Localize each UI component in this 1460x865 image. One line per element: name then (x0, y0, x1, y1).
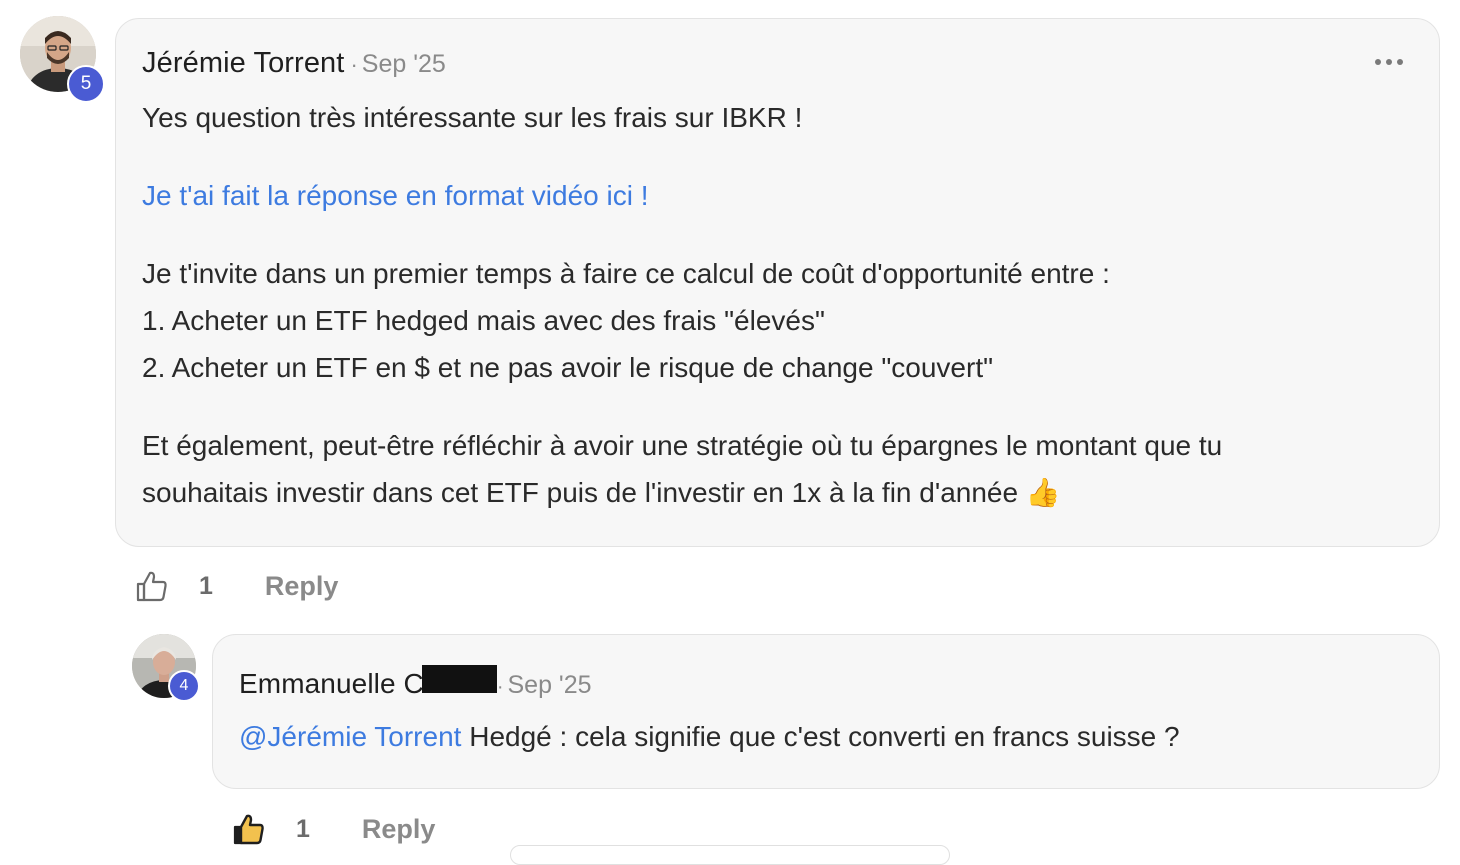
reply-body: @Jérémie Torrent Hedgé : cela signifie q… (239, 713, 1419, 760)
more-horizontal-icon (1375, 59, 1381, 65)
body-line: 1. Acheter un ETF hedged mais avec des f… (142, 305, 825, 336)
like-count: 1 (296, 814, 310, 843)
thumbs-up-filled-icon (233, 814, 264, 845)
comment-actions: 1 Reply (135, 569, 338, 603)
like-button[interactable] (135, 569, 169, 603)
body-line: souhaitais investir dans cet ETF puis de… (142, 477, 1019, 508)
comment-bubble: Jérémie Torrent · Sep '25 Yes question t… (115, 18, 1440, 547)
level-badge: 5 (67, 65, 105, 103)
comment: 5 Jérémie Torrent · Sep '25 Yes question… (0, 0, 1460, 620)
separator-dot: · (350, 52, 358, 77)
like-count: 1 (199, 571, 213, 600)
level-badge: 4 (168, 670, 200, 702)
thumbs-up-outline-icon (136, 571, 167, 602)
reply-comment: 4 Emmanuelle C · Sep '25 @Jérémie Torren… (0, 620, 1460, 852)
like-button[interactable] (232, 812, 266, 846)
next-element-edge (510, 845, 950, 865)
more-options-button[interactable] (1375, 59, 1403, 65)
comment-header: Jérémie Torrent · Sep '25 (142, 47, 446, 80)
comment-body: Yes question très intéressante sur les f… (142, 94, 1412, 516)
author-name[interactable]: Jérémie Torrent (142, 47, 344, 80)
thumbs-up-emoji: 👍 (1025, 476, 1061, 509)
reply-button[interactable]: Reply (265, 571, 339, 602)
more-horizontal-icon-dot (1386, 59, 1392, 65)
reply-bubble: Emmanuelle C · Sep '25 @Jérémie Torrent … (212, 634, 1440, 789)
mention-link[interactable]: @Jérémie Torrent (239, 721, 461, 752)
body-line: Et également, peut-être réfléchir à avoi… (142, 430, 1223, 461)
post-date[interactable]: Sep '25 (508, 671, 592, 700)
reply-actions: 1 Reply (232, 812, 435, 846)
reply-button[interactable]: Reply (362, 814, 436, 845)
body-line: Yes question très intéressante sur les f… (142, 102, 803, 133)
reply-text: Hedgé : cela signifie que c'est converti… (461, 721, 1180, 752)
body-line: 2. Acheter un ETF en $ et ne pas avoir l… (142, 352, 994, 383)
reply-header: Emmanuelle C · Sep '25 (239, 665, 592, 700)
post-date[interactable]: Sep '25 (362, 50, 446, 79)
redacted-block (421, 665, 497, 693)
separator-dot: · (496, 676, 504, 698)
author-name[interactable]: Emmanuelle C (239, 668, 424, 700)
video-link[interactable]: Je t'ai fait la réponse en format vidéo … (142, 180, 649, 211)
body-line: Je t'invite dans un premier temps à fair… (142, 258, 1110, 289)
more-horizontal-icon-dot (1397, 59, 1403, 65)
